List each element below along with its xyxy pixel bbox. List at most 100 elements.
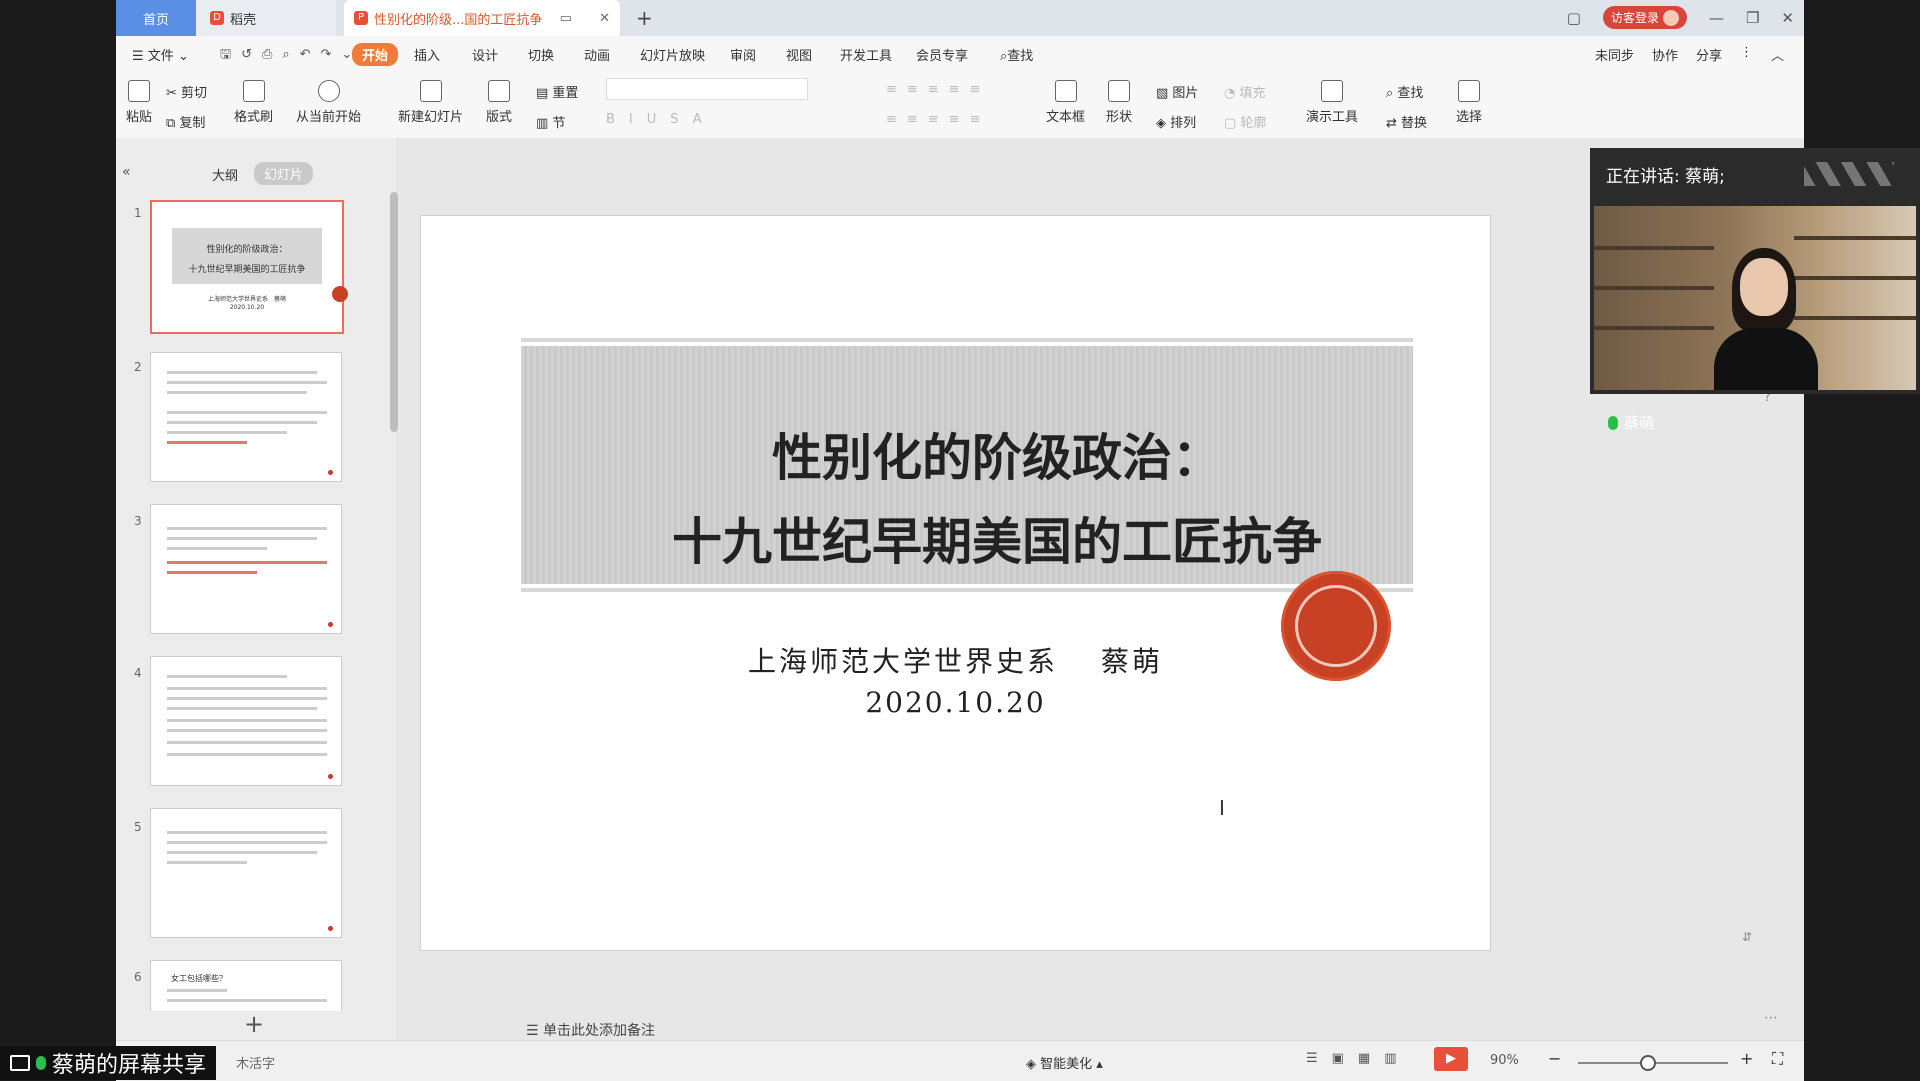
view-mode-icons[interactable]: ☰▣▦▥ xyxy=(1306,1051,1411,1066)
beautify-button[interactable]: ◈ 智能美化 ▴ xyxy=(1026,1053,1103,1072)
arrange-button[interactable]: ◈ 排列 xyxy=(1156,112,1196,131)
zoom-out-icon[interactable]: − xyxy=(1548,1049,1561,1068)
menu-member[interactable]: 会员专享 xyxy=(916,45,968,64)
participant-name-text: 蔡萌 xyxy=(1624,414,1655,432)
slide-thumbnail-1[interactable]: 性别化的阶级政治： 十九世纪早期美国的工匠抗争 上海师范大学世界史系 蔡萌 20… xyxy=(150,200,348,334)
collapse-ribbon-icon[interactable]: ︿ xyxy=(1771,45,1784,64)
zoom-in-icon[interactable]: + xyxy=(1740,1049,1753,1068)
layout-button[interactable]: 版式 xyxy=(486,80,512,125)
tab-daoke[interactable]: D 稻壳 xyxy=(196,0,336,36)
screen-share-label: 蔡萌的屏幕共享 xyxy=(0,1046,217,1080)
outline-tab[interactable]: 大纲 xyxy=(212,165,238,184)
menu-start[interactable]: 开始 xyxy=(352,43,399,66)
text-cursor-icon: I xyxy=(1219,796,1225,820)
notes-placeholder: 单击此处添加备注 xyxy=(543,1023,656,1039)
scroll-arrows-icon[interactable]: ⇵ xyxy=(1742,930,1752,944)
quick-access-icons[interactable]: 🖫↺⎙⌕↶↷⌄ xyxy=(220,45,362,67)
menu-developer[interactable]: 开发工具 xyxy=(840,45,892,64)
monitor-icon[interactable]: ▭ xyxy=(560,11,572,26)
font-name-select[interactable] xyxy=(606,78,808,100)
font-style-buttons[interactable]: BIUSA xyxy=(606,112,716,127)
textbox-button[interactable]: 文本框 xyxy=(1046,80,1085,125)
close-window-icon[interactable]: ✕ xyxy=(1781,9,1794,27)
collapse-panel-icon[interactable]: « xyxy=(122,164,131,180)
reset-button[interactable]: ▤ 重置 xyxy=(536,82,578,101)
collaborate-button[interactable]: 协作 xyxy=(1652,45,1678,64)
participant-name: 蔡萌 xyxy=(1608,412,1654,433)
ppt-logo-icon: P xyxy=(354,11,368,25)
select-button[interactable]: 选择 xyxy=(1456,80,1482,125)
slide-author[interactable]: 上海师范大学世界史系 蔡萌 xyxy=(421,640,1490,680)
select-icon xyxy=(1458,80,1480,102)
menu-transition[interactable]: 切换 xyxy=(528,45,554,64)
new-tab-icon[interactable]: + xyxy=(636,6,653,30)
zoom-slider-knob[interactable] xyxy=(1640,1055,1656,1071)
slide-thumbnail-5[interactable] xyxy=(150,808,342,938)
present-tool-button[interactable]: 演示工具 xyxy=(1306,80,1358,125)
add-slide-icon[interactable]: + xyxy=(244,1010,264,1038)
ribbon: 粘贴 ✂ 剪切 ⧉ 复制 格式刷 从当前开始 新建幻灯片 版式 ▤ 重置 ▥ 节… xyxy=(116,72,1804,139)
video-overlay[interactable]: 正在讲话: 蔡萌; 蔡萌 xyxy=(1590,148,1920,432)
menu-slideshow[interactable]: 幻灯片放映 xyxy=(640,45,705,64)
thumb-title-1: 性别化的阶级政治： xyxy=(206,245,288,255)
camera-feed: 蔡萌 xyxy=(1594,206,1916,432)
window-controls: ▢ 访客登录 — ❐ ✕ xyxy=(1567,6,1794,29)
new-slide-button[interactable]: 新建幻灯片 xyxy=(398,80,463,125)
cut-button[interactable]: ✂ 剪切 xyxy=(166,82,207,101)
screen-share-icon xyxy=(10,1055,30,1071)
copy-button[interactable]: ⧉ 复制 xyxy=(166,112,205,131)
close-tab-icon[interactable]: ✕ xyxy=(599,11,610,26)
slide-thumbnail-6[interactable]: 女工包括哪些？ xyxy=(150,960,342,1011)
play-from-current-button[interactable]: 从当前开始 xyxy=(296,80,361,125)
format-painter-button[interactable]: 格式刷 xyxy=(234,80,273,125)
brush-icon xyxy=(242,80,265,102)
slide-title-line1[interactable]: 性别化的阶级政治： xyxy=(551,418,1443,490)
collab-menu: 未同步 协作 分享 ⋮ ︿ xyxy=(1595,45,1784,64)
more-options-icon[interactable]: ⋯ xyxy=(1764,1010,1778,1026)
thumb-author: 上海师范大学世界史系 蔡萌 xyxy=(207,296,286,303)
layout-icon[interactable]: ▢ xyxy=(1567,9,1581,27)
find-button[interactable]: ⌕ 查找 xyxy=(1386,82,1423,101)
replace-button[interactable]: ⇄ 替换 xyxy=(1386,112,1427,131)
slides-tab[interactable]: 幻灯片 xyxy=(254,162,314,185)
menu-animation[interactable]: 动画 xyxy=(584,45,610,64)
slide-number: 5 xyxy=(134,820,142,834)
share-button[interactable]: 分享 xyxy=(1696,45,1722,64)
search-box[interactable]: ⌕查找 xyxy=(1000,45,1033,64)
paragraph-tools[interactable]: ≡≡≡≡≡ xyxy=(886,82,990,97)
fit-window-icon[interactable]: ⛶ xyxy=(1772,1049,1783,1069)
file-menu[interactable]: ☰ 文件 ⌄ xyxy=(132,45,189,64)
zoom-level[interactable]: 90% xyxy=(1490,1053,1519,1068)
fill-button[interactable]: ◔ 填充 xyxy=(1224,82,1266,101)
missing-font-label[interactable]: 木活字 xyxy=(236,1053,275,1072)
menu-design[interactable]: 设计 xyxy=(472,45,498,64)
slide-date[interactable]: 2020.10.20 xyxy=(421,686,1490,719)
slide-title-line2[interactable]: 十九世纪早期美国的工匠抗争 xyxy=(551,502,1443,574)
visitor-login-button[interactable]: 访客登录 xyxy=(1602,6,1687,29)
sync-button[interactable]: 未同步 xyxy=(1595,45,1634,64)
section-button[interactable]: ▥ 节 xyxy=(536,112,565,131)
tab-document[interactable]: P 性别化的阶级...国的工匠抗争 ▭ ✕ xyxy=(344,0,620,36)
panel-scrollbar[interactable] xyxy=(390,192,398,432)
more-icon[interactable]: ⋮ xyxy=(1740,45,1753,64)
restore-icon[interactable]: ❐ xyxy=(1746,9,1759,27)
picture-button[interactable]: ▧ 图片 xyxy=(1156,82,1198,101)
paste-button[interactable]: 粘贴 xyxy=(126,80,152,125)
slide-canvas[interactable]: 性别化的阶级政治： 十九世纪早期美国的工匠抗争 上海师范大学世界史系 蔡萌 20… xyxy=(420,215,1491,951)
menu-insert[interactable]: 插入 xyxy=(414,45,440,64)
slide-thumbnail-3[interactable] xyxy=(150,504,342,634)
notes-area[interactable]: ☰ 单击此处添加备注 xyxy=(526,1020,655,1040)
shape-button[interactable]: 形状 xyxy=(1106,80,1132,125)
outline-button[interactable]: ▢ 轮廓 xyxy=(1224,112,1266,131)
menu-review[interactable]: 审阅 xyxy=(730,45,756,64)
slide-thumbnail-2[interactable] xyxy=(150,352,342,482)
thumb6-title: 女工包括哪些？ xyxy=(171,974,227,983)
slide-thumbnail-4[interactable] xyxy=(150,656,342,786)
alignment-tools[interactable]: ≡≡≡≡≡ xyxy=(886,112,990,127)
clipboard-icon xyxy=(128,80,150,102)
menu-view[interactable]: 视图 xyxy=(786,45,812,64)
tab-home[interactable]: 首页 xyxy=(116,0,196,36)
minimize-icon[interactable]: — xyxy=(1709,9,1724,27)
play-slideshow-icon[interactable]: ▶ xyxy=(1434,1047,1468,1071)
menu-bar: ☰ 文件 ⌄ 🖫↺⎙⌕↶↷⌄ 开始 插入 设计 切换 动画 幻灯片放映 审阅 视… xyxy=(116,36,1804,72)
